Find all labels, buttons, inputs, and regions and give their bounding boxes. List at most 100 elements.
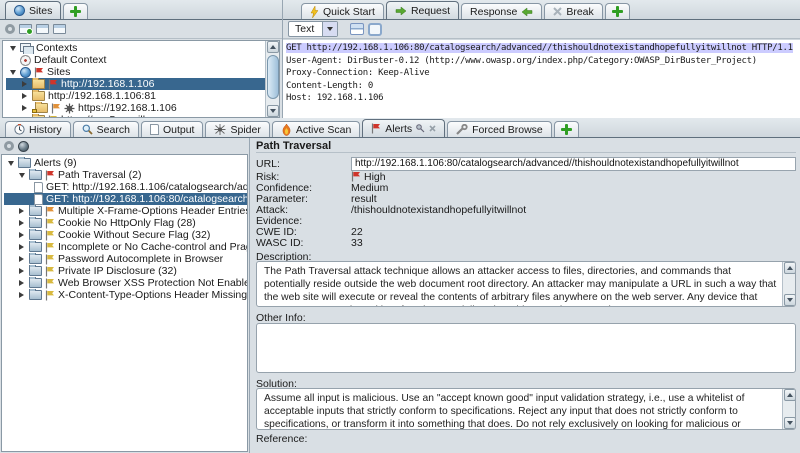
- tab-search[interactable]: Search: [73, 121, 139, 137]
- tab-sites-label: Sites: [29, 5, 52, 17]
- description-box[interactable]: The Path Traversal attack technique allo…: [256, 261, 796, 307]
- tab-output[interactable]: Output: [141, 121, 204, 137]
- tab-forced-browse[interactable]: Forced Browse: [447, 121, 552, 137]
- bottom-section: History Search Output Spider Active Scan…: [0, 118, 800, 453]
- tree-item-site-mozilla[interactable]: https://aus5.mozilla.org: [6, 114, 279, 118]
- add-panel-tab-button[interactable]: [554, 121, 579, 137]
- scrollbar-thumb[interactable]: [267, 55, 279, 99]
- yellow-flag-icon: [45, 254, 55, 265]
- tree-item-label: X-Content-Type-Options Header Missing (2…: [58, 289, 247, 301]
- tree-item-label: Sites: [47, 66, 70, 78]
- request-line: Host: 192.168.1.106: [286, 92, 800, 105]
- add-panel-tab-button[interactable]: [605, 3, 630, 19]
- scroll-up-button[interactable]: [784, 262, 796, 274]
- solution-box[interactable]: Assume all input is malicious. Use an "a…: [256, 388, 796, 430]
- url-row: URL:: [256, 156, 796, 171]
- dropdown-arrow-button[interactable]: [322, 22, 337, 36]
- alert-item-xframe[interactable]: Multiple X-Frame-Options Header Entries …: [4, 205, 247, 217]
- alert-item-xss-protection[interactable]: Web Browser XSS Protection Not Enabled (…: [4, 277, 247, 289]
- alert-item-httponly[interactable]: Cookie No HttpOnly Flag (28): [4, 217, 247, 229]
- alert-item-content-type[interactable]: X-Content-Type-Options Header Missing (2…: [4, 289, 247, 301]
- folder-icon: [32, 115, 45, 118]
- export-context-icon[interactable]: [53, 24, 66, 34]
- alerts-tree: Alerts (9) Path Traversal (2) GET: http:…: [1, 154, 248, 452]
- expander-icon[interactable]: [8, 46, 17, 51]
- work-tabbar: Quick Start Request Response Break: [283, 0, 800, 20]
- tab-sites[interactable]: Sites: [5, 1, 61, 19]
- tab-break[interactable]: Break: [544, 3, 602, 19]
- alert-item-path-traversal[interactable]: Path Traversal (2): [4, 169, 247, 181]
- tree-item-label: http://192.168.1.106:81: [48, 90, 156, 102]
- cwe-row: CWE ID: 22: [256, 226, 796, 237]
- request-line: Content-Length: 0: [286, 80, 800, 93]
- request-text-area[interactable]: GET http://192.168.1.106:80/catalogsearc…: [283, 39, 800, 118]
- tab-request[interactable]: Request: [386, 1, 459, 19]
- flame-icon: [281, 124, 292, 136]
- solution-scrollbar[interactable]: [782, 389, 795, 429]
- alert-item-secure-flag[interactable]: Cookie Without Secure Flag (32): [4, 229, 247, 241]
- tree-item-default-context[interactable]: Default Context: [6, 54, 279, 66]
- expander-icon[interactable]: [20, 105, 29, 111]
- tree-item-label: Contexts: [36, 42, 77, 54]
- split-view-icon[interactable]: [368, 23, 382, 36]
- attack-value: /thishouldnotexistandhopefullyitwillnot: [351, 204, 526, 216]
- tab-label: Break: [566, 6, 593, 18]
- tree-item-label: GET: http://192.168.1.106:80/catalogsear…: [46, 193, 247, 205]
- tab-alerts[interactable]: Alerts: [362, 119, 445, 137]
- request-line: Proxy-Connection: Keep-Alive: [286, 67, 800, 80]
- add-panel-tab-button[interactable]: [63, 3, 88, 19]
- expander-icon[interactable]: [20, 93, 29, 99]
- scroll-down-button[interactable]: [267, 105, 279, 117]
- url-field[interactable]: [351, 157, 796, 171]
- wasc-row: WASC ID: 33: [256, 237, 796, 248]
- tree-item-sites-root[interactable]: Sites: [6, 66, 279, 78]
- edit-alert-icon[interactable]: [18, 141, 29, 152]
- document-icon: [34, 182, 43, 193]
- alerts-content: Alerts (9) Path Traversal (2) GET: http:…: [0, 138, 800, 453]
- scroll-up-button[interactable]: [784, 389, 796, 401]
- tab-label: Output: [163, 124, 195, 136]
- alert-item-cache-control[interactable]: Incomplete or No Cache-control and Pragm…: [4, 241, 247, 253]
- tab-quick-start[interactable]: Quick Start: [301, 3, 384, 19]
- alert-instance-1[interactable]: GET: http://192.168.1.106/catalogsearch/…: [4, 181, 247, 193]
- scroll-up-button[interactable]: [267, 41, 279, 53]
- tab-spider[interactable]: Spider: [205, 121, 269, 137]
- expander-icon[interactable]: [8, 70, 17, 75]
- alerts-root-item[interactable]: Alerts (9): [4, 157, 247, 169]
- search-icon: [82, 124, 93, 135]
- combined-view-icon[interactable]: [350, 23, 364, 35]
- expander-icon[interactable]: [20, 81, 29, 87]
- tab-active-scan[interactable]: Active Scan: [272, 121, 360, 137]
- request-toolbar: Text: [283, 20, 800, 39]
- close-icon[interactable]: [429, 125, 436, 132]
- scope-target-icon[interactable]: [4, 141, 14, 151]
- tree-item-contexts[interactable]: Contexts: [6, 42, 279, 54]
- description-scrollbar[interactable]: [782, 262, 795, 306]
- alert-instance-2-selected[interactable]: GET: http://192.168.1.106:80/catalogsear…: [4, 193, 247, 205]
- request-line-highlighted: GET http://192.168.1.106:80/catalogsearc…: [286, 43, 793, 53]
- sites-tree-scrollbar[interactable]: [265, 41, 279, 117]
- import-context-icon[interactable]: [36, 24, 49, 34]
- other-info-box[interactable]: [256, 323, 796, 373]
- tab-label: History: [29, 124, 62, 136]
- tab-history[interactable]: History: [5, 121, 71, 137]
- risk-row: Risk: High: [256, 171, 796, 182]
- pin-icon[interactable]: [416, 124, 425, 133]
- scope-target-icon[interactable]: [5, 24, 15, 34]
- alert-item-private-ip[interactable]: Private IP Disclosure (32): [4, 265, 247, 277]
- tree-item-label: Path Traversal (2): [58, 169, 141, 181]
- scroll-down-button[interactable]: [784, 417, 796, 429]
- tree-item-site-106-81[interactable]: http://192.168.1.106:81: [6, 90, 279, 102]
- document-icon: [150, 124, 159, 135]
- tree-item-label: Password Autocomplete in Browser: [58, 253, 223, 265]
- new-context-icon[interactable]: [19, 24, 32, 34]
- tab-response[interactable]: Response: [461, 3, 542, 19]
- view-dropdown[interactable]: Text: [288, 21, 338, 37]
- alert-item-autocomplete[interactable]: Password Autocomplete in Browser: [4, 253, 247, 265]
- tree-item-site-https-106[interactable]: https://192.168.1.106: [6, 102, 279, 114]
- description-label: Description:: [256, 251, 796, 261]
- document-icon: [34, 194, 43, 205]
- expander-icon[interactable]: [20, 117, 29, 118]
- tree-item-site-106[interactable]: http://192.168.1.106: [6, 78, 279, 90]
- scroll-down-button[interactable]: [784, 294, 796, 306]
